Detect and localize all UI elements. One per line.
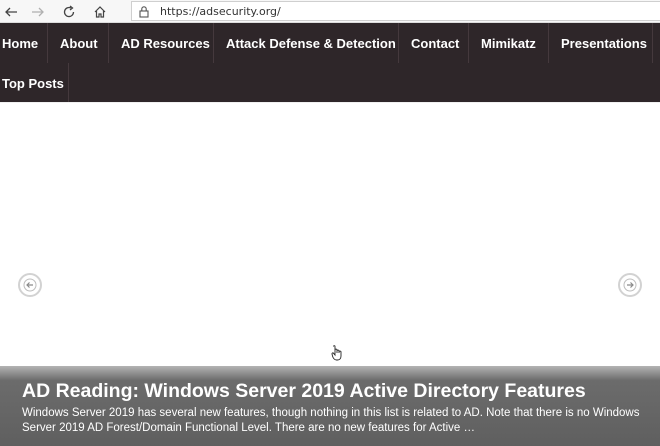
hand-cursor-icon xyxy=(331,345,342,361)
nav-item-label: About xyxy=(60,35,98,51)
nav-item-presentations[interactable]: Presentations xyxy=(549,23,653,63)
slide-excerpt: Windows Server 2019 has several new feat… xyxy=(22,407,640,434)
main-nav: Home About AD Resources Attack Defense &… xyxy=(0,23,660,103)
nav-item-mimikatz[interactable]: Mimikatz xyxy=(469,23,549,63)
slider-prev-button[interactable] xyxy=(18,273,42,297)
nav-item-contact[interactable]: Contact xyxy=(399,23,469,63)
refresh-icon xyxy=(63,4,75,17)
prev-arrow-icon xyxy=(23,278,37,292)
nav-item-label: Top Posts xyxy=(2,75,64,91)
back-button[interactable] xyxy=(0,1,22,22)
next-arrow-icon xyxy=(623,278,637,292)
nav-item-attack-defense-detection[interactable]: Attack Defense & Detection xyxy=(214,23,399,63)
nav-item-label: Home xyxy=(2,35,39,51)
nav-item-home[interactable]: Home xyxy=(0,23,48,63)
nav-item-about[interactable]: About xyxy=(48,23,109,63)
nav-item-top-posts[interactable]: Top Posts xyxy=(0,63,69,103)
url-text: https://adsecurity.org/ xyxy=(160,5,281,18)
nav-item-label: Attack Defense & Detection xyxy=(226,35,396,51)
nav-item-label: Presentations xyxy=(561,35,647,51)
refresh-button[interactable] xyxy=(58,1,80,22)
lock-icon xyxy=(139,6,149,18)
nav-item-label: AD Resources xyxy=(121,35,210,51)
back-arrow-icon xyxy=(5,7,17,16)
slide-title[interactable]: AD Reading: Windows Server 2019 Active D… xyxy=(22,380,586,403)
home-button[interactable] xyxy=(89,1,111,22)
nav-item-label: Mimikatz xyxy=(481,35,536,51)
forward-button[interactable] xyxy=(27,1,49,22)
home-icon xyxy=(94,5,106,18)
forward-arrow-icon xyxy=(32,7,44,16)
nav-item-label: Contact xyxy=(411,35,460,51)
slider-next-button[interactable] xyxy=(618,273,642,297)
browser-toolbar: https://adsecurity.org/ xyxy=(0,0,660,23)
nav-item-ad-resources[interactable]: AD Resources xyxy=(109,23,214,63)
address-bar[interactable]: https://adsecurity.org/ xyxy=(131,1,660,21)
